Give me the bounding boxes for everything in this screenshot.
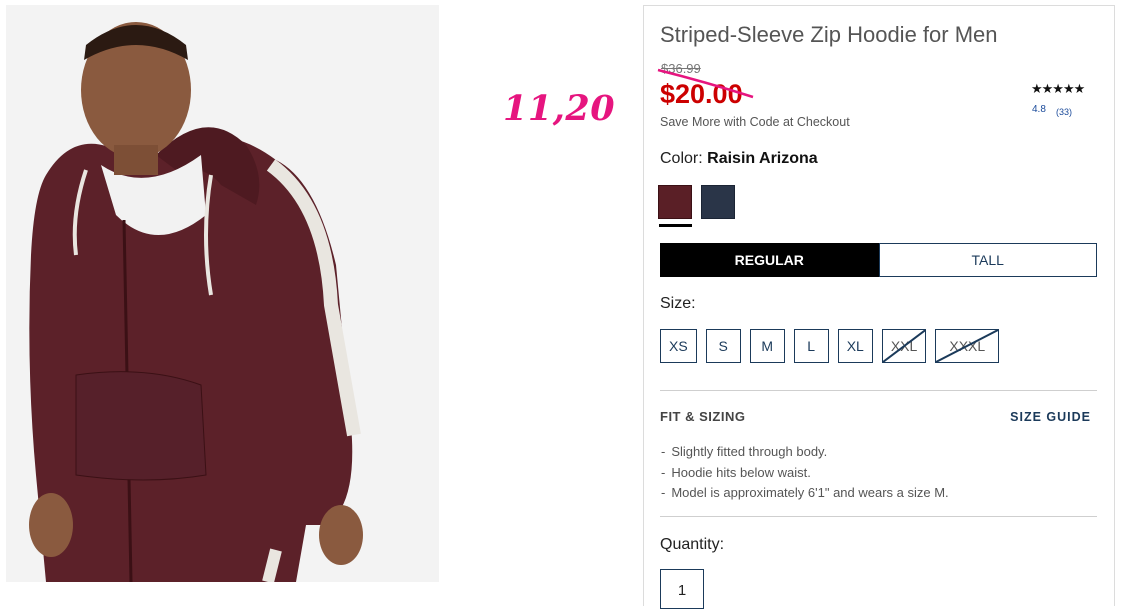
promo-text: Save More with Code at Checkout [660,115,850,129]
price-strike-annotation [657,68,754,99]
rating-stars-icon[interactable]: ★★★★★ [1031,81,1085,97]
size-m-button[interactable]: M [749,329,785,363]
selected-color-name: Raisin Arizona [707,150,818,167]
size-xl-button[interactable]: XL [837,329,873,363]
handwritten-annotation: 11,20 [503,88,616,129]
selected-swatch-indicator [659,224,692,227]
size-label: Size: [660,295,696,312]
rating-score[interactable]: 4.8 [1032,104,1046,115]
size-xxxl-button[interactable]: XXXL [935,329,1000,363]
quantity-select[interactable]: 1 [660,569,704,609]
fit-tall-button[interactable]: TALL [878,243,1097,277]
list-item: - Model is approximately 6'1" and wears a… [661,485,949,500]
fit-sizing-list: - Slightly fitted through body. - Hoodie h… [661,442,949,504]
color-swatch-navy[interactable] [701,185,735,219]
fit-toggle: REGULAR TALL [660,243,1097,277]
list-item: - Hoodie hits below waist. [661,464,811,480]
rating-count[interactable]: (33) [1056,107,1072,117]
fit-regular-button[interactable]: REGULAR [660,243,879,277]
size-xs-button[interactable]: XS [660,329,697,363]
unavailable-slash-icon [883,330,925,362]
size-l-button[interactable]: L [793,329,829,363]
quantity-label: Quantity: [660,536,725,553]
divider [660,516,1097,517]
product-details-panel: Striped-Sleeve Zip Hoodie for Men $36.99… [643,5,1115,609]
fit-sizing-heading: FIT & SIZING [660,409,746,424]
product-title: Striped-Sleeve Zip Hoodie for Men [660,22,998,47]
divider [660,390,1097,391]
color-label-text: Color: [660,150,703,167]
list-item: - Slightly fitted through body. [661,444,828,459]
color-swatch-raisin-arizona[interactable] [658,185,692,219]
size-s-button[interactable]: S [705,329,741,363]
size-guide-link[interactable]: SIZE GUIDE [1010,410,1091,424]
product-image[interactable] [6,5,439,582]
unavailable-slash-icon [936,330,998,362]
size-options: XS S M L XL XXL XXXL [660,329,1000,363]
size-xxl-button[interactable]: XXL [881,329,927,363]
color-label: Color: Raisin Arizona [660,150,818,168]
